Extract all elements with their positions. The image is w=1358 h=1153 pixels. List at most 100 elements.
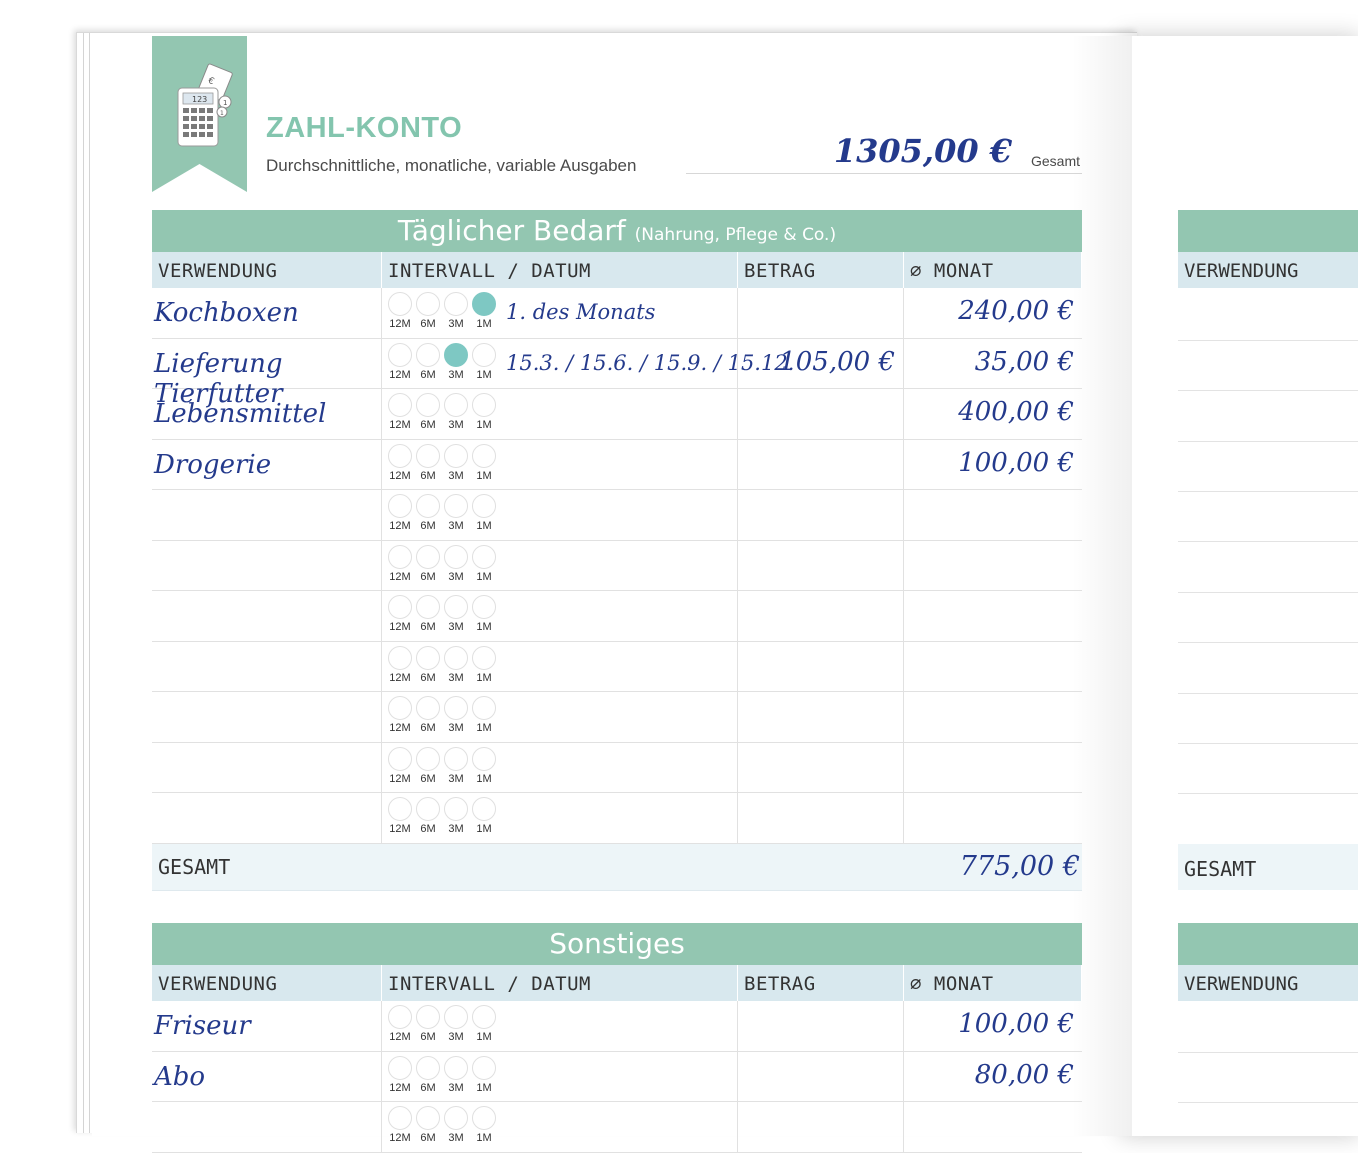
cell-verwendung[interactable]: Lebensmittel [152, 389, 382, 439]
cell-verwendung[interactable] [152, 591, 382, 641]
interval-radio[interactable] [388, 1055, 412, 1080]
interval-radio[interactable] [472, 746, 496, 771]
cell-betrag[interactable] [738, 439, 904, 489]
cell-verwendung[interactable] [152, 490, 382, 540]
interval-radio[interactable] [388, 645, 412, 670]
interval-radio[interactable] [416, 696, 440, 720]
interval-radio[interactable] [444, 393, 468, 417]
cell-monat[interactable] [904, 642, 1082, 692]
interval-radio[interactable] [472, 292, 496, 316]
interval-radio[interactable] [388, 443, 412, 468]
cell-betrag[interactable] [738, 288, 904, 338]
interval-radio[interactable] [444, 292, 468, 316]
interval-radio[interactable] [416, 443, 440, 468]
cell-betrag[interactable] [738, 1102, 904, 1152]
interval-radio[interactable] [444, 1106, 468, 1130]
cell-verwendung[interactable]: Kochboxen [152, 288, 382, 338]
cell-verwendung[interactable] [152, 793, 382, 843]
interval-radio[interactable] [444, 544, 468, 569]
cell-monat[interactable] [904, 793, 1082, 843]
cell-monat[interactable]: 100,00 € [904, 1001, 1082, 1051]
cell-monat[interactable] [904, 692, 1082, 742]
cell-verwendung[interactable] [152, 1102, 382, 1152]
cell-betrag[interactable] [738, 490, 904, 540]
interval-radio[interactable] [444, 595, 468, 619]
interval-radio[interactable] [388, 1005, 412, 1029]
cell-monat[interactable]: 400,00 € [904, 389, 1082, 439]
interval-radio[interactable] [472, 393, 496, 417]
interval-radio[interactable] [444, 1005, 468, 1029]
cell-betrag[interactable] [738, 1001, 904, 1051]
cell-betrag[interactable] [738, 591, 904, 641]
interval-radio[interactable] [416, 1005, 440, 1029]
cell-monat[interactable]: 240,00 € [904, 288, 1082, 338]
cell-monat[interactable] [904, 591, 1082, 641]
interval-radio[interactable] [444, 746, 468, 771]
interval-radio[interactable] [388, 494, 412, 518]
cell-betrag[interactable] [738, 692, 904, 742]
interval-radio[interactable] [472, 1005, 496, 1029]
interval-radio[interactable] [472, 696, 496, 720]
interval-radio[interactable] [416, 1055, 440, 1080]
interval-radio[interactable] [388, 595, 412, 619]
interval-radio[interactable] [416, 595, 440, 619]
interval-radio[interactable] [472, 645, 496, 670]
interval-radio[interactable] [416, 1106, 440, 1130]
cell-monat[interactable] [904, 541, 1082, 591]
interval-radio[interactable] [388, 696, 412, 720]
interval-label: 6M [420, 823, 436, 835]
cell-monat[interactable]: 35,00 € [904, 339, 1082, 389]
interval-radio[interactable] [416, 494, 440, 518]
cell-verwendung[interactable]: Abo [152, 1051, 382, 1101]
interval-radio[interactable] [444, 797, 468, 821]
interval-radio[interactable] [388, 292, 412, 316]
cell-monat[interactable] [904, 490, 1082, 540]
interval-radio[interactable] [388, 797, 412, 821]
interval-radio[interactable] [472, 494, 496, 518]
interval-radio[interactable] [444, 696, 468, 720]
interval-radio[interactable] [388, 393, 412, 417]
cell-betrag[interactable] [738, 389, 904, 439]
cell-betrag[interactable] [738, 742, 904, 792]
interval-radio[interactable] [472, 544, 496, 569]
cell-verwendung[interactable] [152, 641, 382, 691]
cell-verwendung[interactable]: Lieferung Tierfutter [152, 338, 382, 409]
interval-radio[interactable] [444, 494, 468, 518]
interval-radio[interactable] [416, 342, 440, 367]
interval-radio[interactable] [388, 1106, 412, 1130]
cell-betrag[interactable] [738, 540, 904, 590]
interval-radio[interactable] [388, 746, 412, 771]
cell-betrag[interactable] [738, 641, 904, 691]
cell-monat[interactable] [904, 1102, 1082, 1152]
interval-radio[interactable] [472, 1106, 496, 1130]
cell-monat[interactable] [904, 743, 1082, 793]
interval-radio[interactable] [472, 342, 496, 367]
cell-verwendung[interactable]: Drogerie [152, 439, 382, 489]
interval-radio[interactable] [416, 544, 440, 569]
interval-radio[interactable] [472, 443, 496, 468]
interval-radio[interactable] [444, 342, 468, 367]
interval-radio[interactable] [416, 393, 440, 417]
interval-radio[interactable] [444, 1055, 468, 1080]
interval-radio[interactable] [472, 1055, 496, 1080]
interval-radio[interactable] [388, 544, 412, 569]
interval-radio[interactable] [416, 746, 440, 771]
cell-verwendung[interactable] [152, 742, 382, 792]
interval-radio[interactable] [388, 342, 412, 367]
cell-monat[interactable]: 100,00 € [904, 440, 1082, 490]
cell-verwendung[interactable] [152, 540, 382, 590]
interval-radio[interactable] [472, 797, 496, 821]
cell-monat[interactable]: 80,00 € [904, 1052, 1082, 1102]
interval-radio[interactable] [444, 443, 468, 468]
interval-radio[interactable] [472, 595, 496, 619]
cell-verwendung[interactable] [152, 692, 382, 742]
cell-betrag[interactable] [738, 1051, 904, 1101]
interval-option: 1M [470, 1104, 498, 1144]
interval-radio[interactable] [444, 645, 468, 670]
cell-betrag[interactable]: 105,00 € [738, 338, 904, 388]
interval-radio[interactable] [416, 797, 440, 821]
interval-radio[interactable] [416, 292, 440, 316]
cell-verwendung[interactable]: Friseur [152, 1001, 382, 1051]
cell-betrag[interactable] [738, 793, 904, 843]
interval-radio[interactable] [416, 645, 440, 670]
